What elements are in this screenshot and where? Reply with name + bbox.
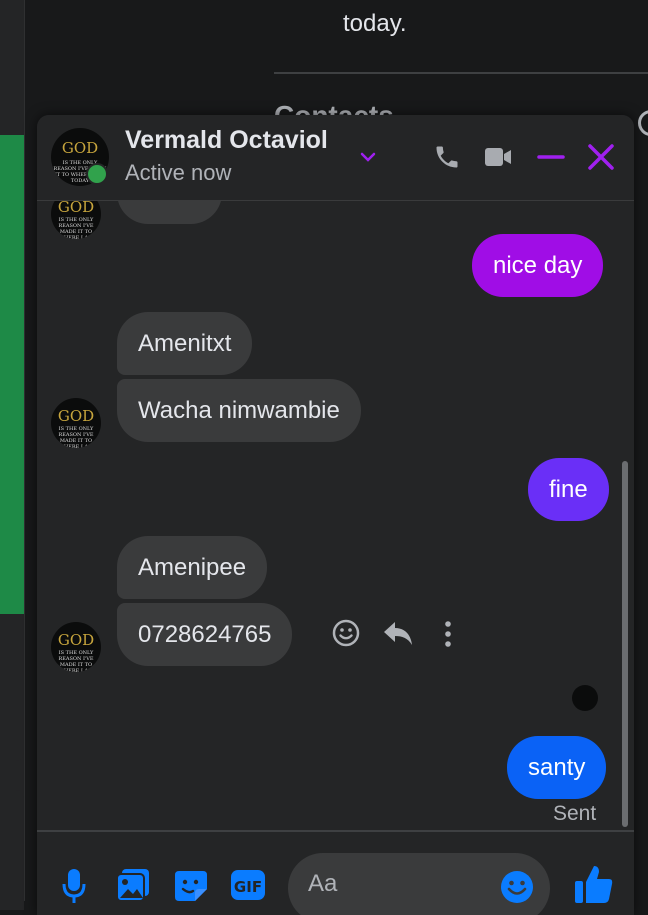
message-bubble-outgoing[interactable]: santy bbox=[507, 736, 607, 799]
like-icon[interactable] bbox=[574, 864, 614, 904]
message-bubble-outgoing[interactable]: nice day bbox=[472, 234, 604, 297]
contact-status: Active now bbox=[125, 160, 232, 185]
seen-receipt-avatar bbox=[572, 685, 598, 711]
delivery-status: Sent bbox=[553, 802, 597, 825]
chat-header[interactable]: GOD IS THE ONLY REASON I'VE MADE IT TO W… bbox=[37, 115, 634, 201]
left-card bbox=[0, 790, 24, 910]
sender-avatar[interactable]: GOD IS THE ONLY REASON I'VE MADE IT TO W… bbox=[51, 398, 101, 448]
active-status-dot bbox=[86, 163, 108, 185]
search-icon[interactable] bbox=[638, 110, 648, 136]
scrollbar[interactable] bbox=[622, 461, 628, 827]
divider bbox=[274, 72, 648, 74]
gif-icon[interactable]: GIF bbox=[230, 869, 266, 901]
phone-icon[interactable] bbox=[433, 142, 461, 172]
svg-text:GIF: GIF bbox=[234, 878, 262, 896]
message-input[interactable] bbox=[306, 867, 490, 901]
message-bubble-incoming[interactable]: 0728624765 bbox=[117, 603, 293, 666]
left-card bbox=[0, 613, 24, 761]
message-bubble-incoming[interactable]: Wacha nimwambie bbox=[117, 379, 361, 442]
reply-icon[interactable] bbox=[382, 618, 414, 648]
message-bubble-outgoing[interactable]: fine bbox=[528, 458, 609, 521]
sticker-icon[interactable] bbox=[173, 867, 209, 903]
background-text: today. bbox=[343, 10, 407, 37]
microphone-icon[interactable] bbox=[61, 867, 87, 903]
close-icon[interactable] bbox=[586, 142, 616, 172]
message-bubble-incoming[interactable]: Amenipee bbox=[117, 536, 268, 599]
chevron-down-icon[interactable] bbox=[359, 148, 377, 166]
photo-icon[interactable] bbox=[115, 867, 151, 903]
left-green-panel bbox=[0, 135, 24, 613]
sender-avatar[interactable]: GOD IS THE ONLY REASON I'VE MADE IT TO W… bbox=[51, 622, 101, 672]
message-bubble-incoming[interactable]: Amenitxt bbox=[117, 312, 253, 375]
chat-window: GOD IS THE ONLY REASON I'VE MADE IT TO W… bbox=[37, 115, 634, 915]
more-icon[interactable] bbox=[442, 620, 454, 648]
react-icon[interactable] bbox=[331, 618, 361, 648]
video-icon[interactable] bbox=[483, 142, 513, 172]
message-composer[interactable] bbox=[288, 853, 550, 915]
contact-name[interactable]: Vermald Octaviol bbox=[125, 126, 328, 155]
message-list[interactable]: GOD IS THE ONLY REASON I'VE MADE IT TO W… bbox=[37, 161, 634, 831]
emoji-icon[interactable] bbox=[500, 870, 534, 904]
minimize-icon[interactable] bbox=[536, 142, 566, 172]
divider bbox=[37, 830, 634, 832]
